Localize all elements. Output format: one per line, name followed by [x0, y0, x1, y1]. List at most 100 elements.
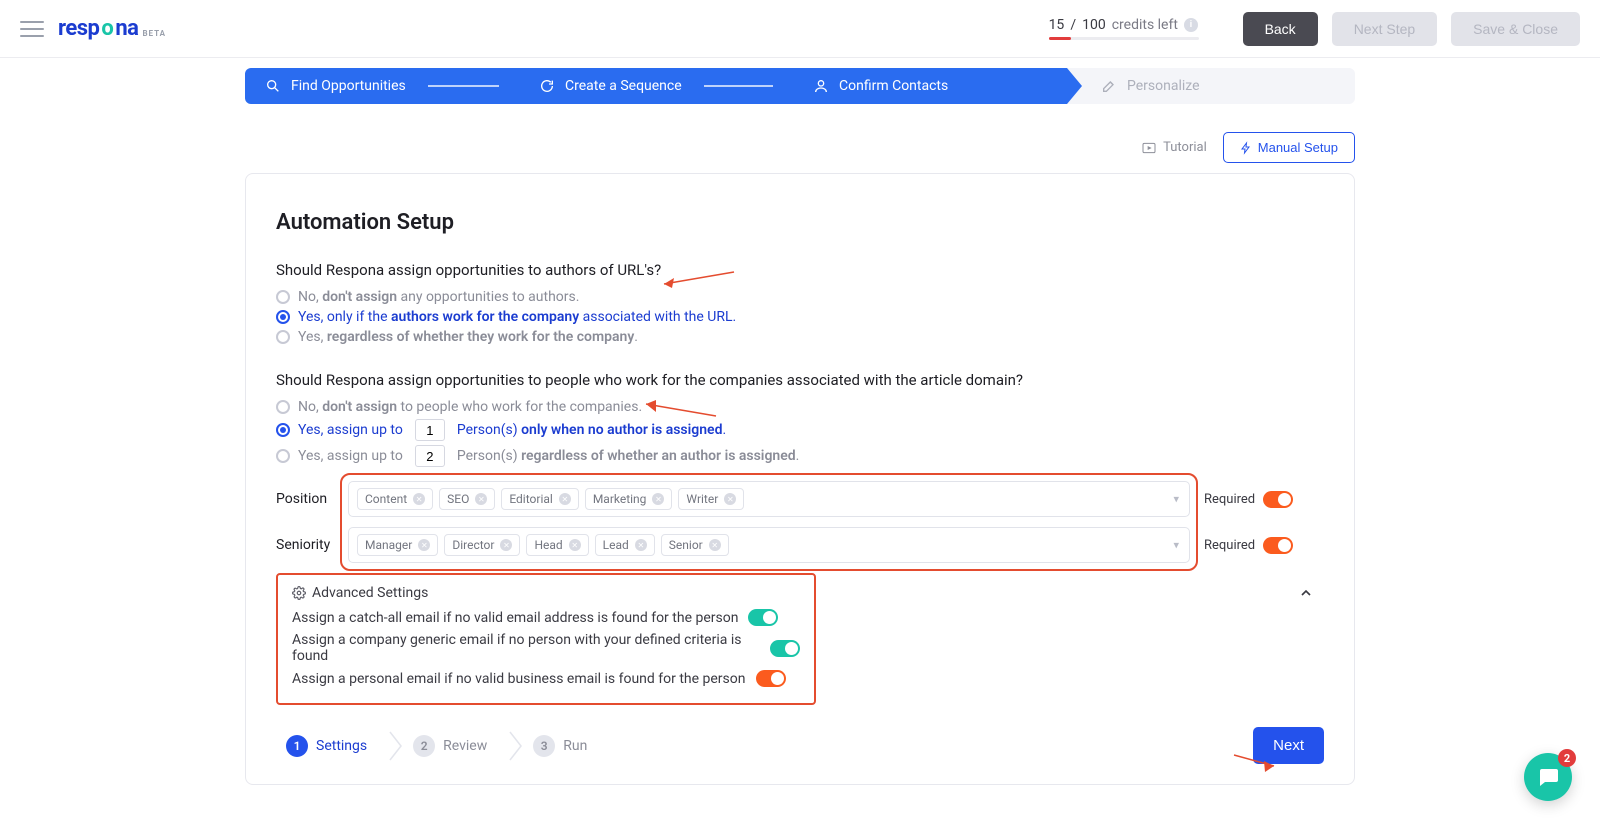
advanced-settings-header[interactable]: Advanced Settings	[292, 585, 800, 601]
chevron-right-icon	[389, 731, 403, 761]
seniority-label: Seniority	[276, 537, 334, 553]
search-icon	[265, 78, 281, 94]
step-personalize[interactable]: Personalize	[1067, 68, 1355, 104]
position-label: Position	[276, 491, 334, 507]
tag-chip[interactable]: Senior✕	[661, 534, 729, 556]
radio-icon	[276, 330, 290, 344]
advanced-settings-title: Advanced Settings	[312, 585, 428, 601]
radio-icon	[276, 290, 290, 304]
tag-chip[interactable]: Lead✕	[595, 534, 655, 556]
step-label: Find Opportunities	[291, 78, 406, 94]
remove-tag-icon[interactable]: ✕	[652, 493, 664, 505]
radio-icon	[276, 310, 290, 324]
gear-icon	[292, 586, 306, 600]
bottom-stepper: 1Settings 2Review 3Run	[276, 729, 609, 763]
chevron-up-icon[interactable]	[1288, 579, 1324, 611]
chat-icon	[1536, 765, 1560, 789]
question-authors: Should Respona assign opportunities to a…	[276, 261, 1324, 279]
credits-indicator: 15/100 credits left i	[1049, 17, 1199, 40]
hamburger-menu-icon[interactable]	[20, 21, 44, 37]
adv-line3-label: Assign a personal email if no valid busi…	[292, 671, 746, 687]
logo-beta-label: BETA	[142, 29, 166, 38]
play-icon	[1141, 140, 1157, 156]
radio-icon	[276, 400, 290, 414]
step-label: Personalize	[1127, 78, 1200, 94]
adv-line2-toggle[interactable]	[770, 640, 800, 657]
chat-bubble[interactable]: 2	[1524, 753, 1572, 801]
adv-line2-label: Assign a company generic email if no per…	[292, 632, 760, 664]
chevron-down-icon: ▾	[1173, 493, 1179, 506]
card-title: Automation Setup	[276, 210, 1324, 235]
chevron-down-icon: ▾	[1173, 539, 1179, 552]
tag-chip[interactable]: Manager✕	[357, 534, 438, 556]
user-icon	[813, 78, 829, 94]
position-tagbox[interactable]: Content✕ SEO✕ Editorial✕ Marketing✕Writer✕ ▾	[348, 481, 1190, 517]
q2-opt3[interactable]: Yes, assign up to Person(s) regardless o…	[276, 445, 1324, 467]
seniority-required-label: Required	[1204, 538, 1255, 553]
manual-setup-label: Manual Setup	[1258, 140, 1338, 155]
remove-tag-icon[interactable]: ✕	[724, 493, 736, 505]
seniority-tagbox[interactable]: Manager✕ Director✕ Head✕ Lead✕ Senior✕ ▾	[348, 527, 1190, 563]
q1-opt2[interactable]: Yes, only if the authors work for the co…	[276, 309, 1324, 325]
back-button[interactable]: Back	[1243, 12, 1318, 46]
seniority-required-toggle[interactable]	[1263, 537, 1293, 554]
step-find-opportunities[interactable]: Find Opportunities	[245, 68, 519, 104]
radio-icon	[276, 449, 290, 463]
logo[interactable]: respona BETA	[58, 16, 166, 41]
refresh-icon	[539, 78, 555, 94]
advanced-settings-box: Advanced Settings Assign a catch-all ema…	[276, 573, 816, 705]
lightning-icon	[1240, 141, 1252, 155]
tag-chip[interactable]: Director✕	[444, 534, 520, 556]
adv-line1-toggle[interactable]	[748, 609, 778, 626]
q1-opt3[interactable]: Yes, regardless of whether they work for…	[276, 329, 1324, 345]
remove-tag-icon[interactable]: ✕	[709, 539, 721, 551]
adv-line1-label: Assign a catch-all email if no valid ema…	[292, 610, 738, 626]
credits-used: 15	[1049, 17, 1065, 33]
adv-line3-toggle[interactable]	[756, 670, 786, 687]
question-companies: Should Respona assign opportunities to p…	[276, 371, 1324, 389]
tutorial-link[interactable]: Tutorial	[1141, 140, 1207, 156]
tag-chip[interactable]: Writer✕	[678, 488, 744, 510]
bstep-run[interactable]: 3Run	[523, 729, 609, 763]
tag-chip[interactable]: SEO✕	[439, 488, 495, 510]
persons-input-regardless[interactable]	[415, 445, 445, 467]
edit-icon	[1101, 78, 1117, 94]
automation-setup-card: Automation Setup Should Respona assign o…	[245, 173, 1355, 785]
step-label: Confirm Contacts	[839, 78, 948, 94]
save-close-button[interactable]: Save & Close	[1451, 12, 1580, 46]
q2-opt1[interactable]: No, don't assign to people who work for …	[276, 399, 1324, 415]
chevron-right-icon	[509, 731, 523, 761]
credits-total: 100	[1082, 17, 1106, 33]
tag-chip[interactable]: Content✕	[357, 488, 433, 510]
next-button[interactable]: Next	[1253, 727, 1324, 764]
credits-suffix: credits left	[1112, 17, 1178, 33]
remove-tag-icon[interactable]: ✕	[500, 539, 512, 551]
next-step-button[interactable]: Next Step	[1332, 12, 1437, 46]
bstep-review[interactable]: 2Review	[403, 729, 509, 763]
step-label: Create a Sequence	[565, 78, 682, 94]
topbar: respona BETA 15/100 credits left i Back …	[0, 0, 1600, 58]
progress-steps: Find Opportunities Create a Sequence Con…	[245, 68, 1355, 104]
manual-setup-button[interactable]: Manual Setup	[1223, 132, 1355, 163]
info-icon[interactable]: i	[1184, 18, 1198, 32]
chat-badge: 2	[1558, 749, 1576, 767]
q1-opt1[interactable]: No, don't assign any opportunities to au…	[276, 289, 1324, 305]
remove-tag-icon[interactable]: ✕	[559, 493, 571, 505]
remove-tag-icon[interactable]: ✕	[475, 493, 487, 505]
step-confirm-contacts[interactable]: Confirm Contacts	[793, 68, 1067, 104]
remove-tag-icon[interactable]: ✕	[413, 493, 425, 505]
position-required-label: Required	[1204, 492, 1255, 507]
tag-chip[interactable]: Head✕	[526, 534, 588, 556]
radio-icon	[276, 423, 290, 437]
tag-chip[interactable]: Marketing✕	[585, 488, 673, 510]
tag-chip[interactable]: Editorial✕	[501, 488, 578, 510]
tutorial-label: Tutorial	[1163, 140, 1207, 155]
position-required-toggle[interactable]	[1263, 491, 1293, 508]
remove-tag-icon[interactable]: ✕	[635, 539, 647, 551]
step-create-sequence[interactable]: Create a Sequence	[519, 68, 793, 104]
persons-input-only-no-author[interactable]	[415, 419, 445, 441]
q2-opt2[interactable]: Yes, assign up to Person(s) only when no…	[276, 419, 1324, 441]
bstep-settings[interactable]: 1Settings	[276, 729, 389, 763]
remove-tag-icon[interactable]: ✕	[569, 539, 581, 551]
remove-tag-icon[interactable]: ✕	[418, 539, 430, 551]
